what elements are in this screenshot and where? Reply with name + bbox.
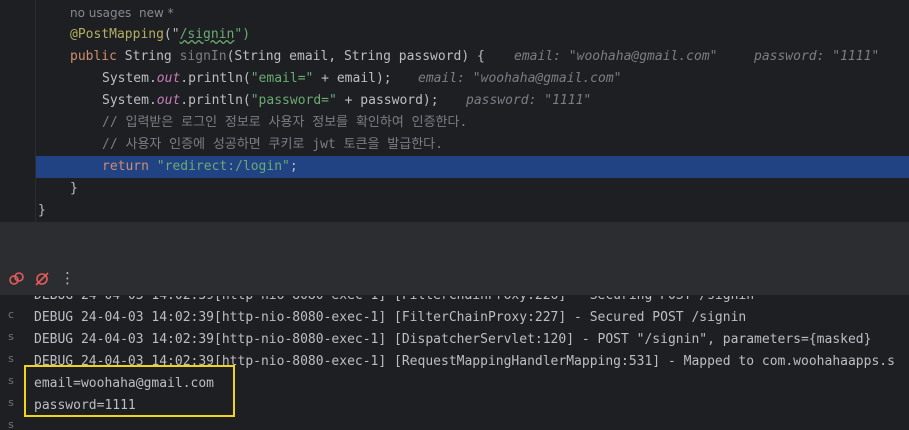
usage-hint[interactable]: no usages xyxy=(70,2,131,24)
code-line-signature[interactable]: public String signIn(String email, Strin… xyxy=(0,46,909,68)
keyword-return: return xyxy=(102,159,149,174)
comment-text: // 입력받은 로그인 정보로 사용자 정보를 확인하여 인증한다. xyxy=(102,115,468,130)
comment-text: // 사용자 인증에 성공하면 쿠키로 jwt 토큰을 발급한다. xyxy=(102,137,443,152)
gutter-mark: s xyxy=(8,352,14,365)
rerun-icon[interactable] xyxy=(8,271,24,287)
system-class: System. xyxy=(102,71,157,86)
console-line: DEBUG 24-04-03 14:02:39[http-nio-8080-ex… xyxy=(34,310,747,325)
gutter-mark: c xyxy=(7,308,15,321)
debug-value-email-line: email: "woohaha@gmail.com" xyxy=(418,71,622,86)
mute-breakpoints-icon[interactable] xyxy=(34,271,50,287)
gutter-mark: s xyxy=(8,418,14,430)
annotation-open: (" xyxy=(163,27,180,42)
new-hint: new * xyxy=(139,6,174,20)
method-name: signIn xyxy=(179,49,227,64)
println-call: .println( xyxy=(180,71,251,86)
close-brace: } xyxy=(38,203,46,218)
code-line-comment-2[interactable]: // 사용자 인증에 성공하면 쿠키로 jwt 토큰을 발급한다. xyxy=(0,134,909,156)
gutter-mark: s xyxy=(8,330,14,343)
annotation-path: /signin xyxy=(179,27,235,42)
semicolon: ; xyxy=(289,159,298,174)
code-line-annotation[interactable]: @PostMapping("/signin") xyxy=(0,24,909,46)
annotation-name: @PostMapping xyxy=(70,27,164,42)
debug-value-password-line: password: "1111" xyxy=(466,93,592,108)
keyword-public: public xyxy=(70,49,117,64)
more-options-icon[interactable]: ⋮ xyxy=(60,269,76,287)
panel-splitter[interactable] xyxy=(0,222,909,262)
code-line-close-method[interactable]: } xyxy=(0,178,909,200)
code-line-println-email[interactable]: System.out.println("email=" + email); em… xyxy=(0,68,909,90)
println-args: + email); xyxy=(313,71,392,86)
string-literal: "password=" xyxy=(250,93,337,108)
gutter-mark: s xyxy=(8,374,14,387)
system-class: System. xyxy=(102,93,157,108)
return-string: "redirect:/login" xyxy=(156,159,290,174)
code-line-println-password[interactable]: System.out.println("password=" + passwor… xyxy=(0,90,909,112)
out-field: out xyxy=(156,71,181,86)
console-line: DEBUG 24-04-03 14:02:39[http-nio-8080-ex… xyxy=(34,332,872,347)
println-args: + password); xyxy=(336,93,439,108)
method-params: (String email, String password) { xyxy=(226,49,485,64)
execution-point-line[interactable]: return "redirect:/login"; xyxy=(36,156,909,178)
gutter-mark: s xyxy=(8,396,14,409)
usage-hint-line: no usages new * xyxy=(0,2,909,24)
return-type: String xyxy=(116,49,180,64)
debug-toolbar: ⋮ xyxy=(0,262,909,296)
println-call: .println( xyxy=(180,93,251,108)
code-editor[interactable]: no usages new * @PostMapping("/signin") … xyxy=(0,0,909,222)
string-literal: "email=" xyxy=(250,71,314,86)
code-line-close-class[interactable]: } xyxy=(0,200,909,222)
debug-value-password: password: "1111" xyxy=(754,49,880,64)
console-line: DEBUG 24-04-03 14:02:39[http-nio-8080-ex… xyxy=(34,296,754,307)
annotation-close: ") xyxy=(234,27,251,42)
highlight-box xyxy=(24,365,235,417)
debug-value-email: email: "woohaha@gmail.com" xyxy=(514,49,718,64)
console-output[interactable]: c s s s s s DEBUG 24-04-03 14:02:39[http… xyxy=(0,296,909,430)
console-gutter: c s s s s s xyxy=(0,296,22,430)
out-field: out xyxy=(156,93,181,108)
code-line-comment-1[interactable]: // 입력받은 로그인 정보로 사용자 정보를 확인하여 인증한다. xyxy=(0,112,909,134)
close-brace: } xyxy=(70,181,78,196)
